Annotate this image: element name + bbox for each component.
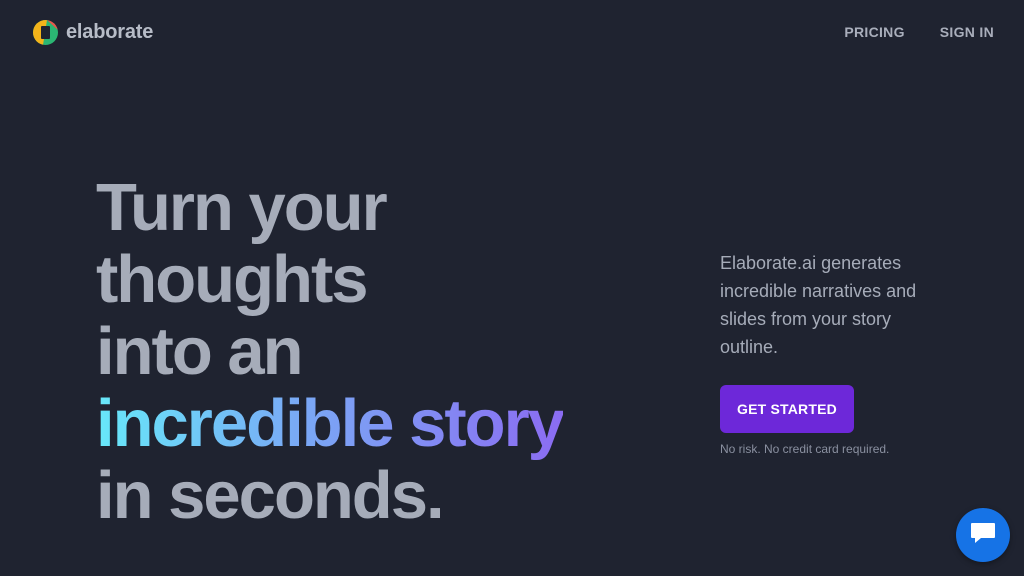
- hero-line-2: thoughts: [96, 242, 369, 317]
- brand-name: elaborate: [66, 21, 154, 43]
- nav-sign-in-link[interactable]: SIGN IN: [940, 24, 994, 40]
- hero-title: Turn your thoughts into an incredible st…: [96, 170, 565, 533]
- top-nav: PRICING SIGN IN: [844, 24, 994, 40]
- hero-side-panel: Elaborate.ai generates incredible narrat…: [720, 249, 950, 456]
- brand-logo[interactable]: elaborate: [33, 20, 153, 45]
- hero-highlight: incredible story: [96, 386, 565, 461]
- no-risk-note: No risk. No credit card required.: [720, 442, 890, 456]
- nav-pricing-link[interactable]: PRICING: [844, 24, 904, 40]
- hero-line-3: into an: [96, 314, 304, 389]
- hero-line-1: Turn your: [96, 170, 388, 245]
- hero-line-5: in seconds.: [96, 458, 445, 533]
- chat-bubble-icon: [969, 520, 997, 551]
- elaborate-logo-icon: [33, 20, 58, 45]
- hero-description: Elaborate.ai generates incredible narrat…: [720, 253, 917, 357]
- chat-launcher-button[interactable]: [956, 508, 1010, 562]
- get-started-button[interactable]: GET STARTED: [720, 385, 854, 433]
